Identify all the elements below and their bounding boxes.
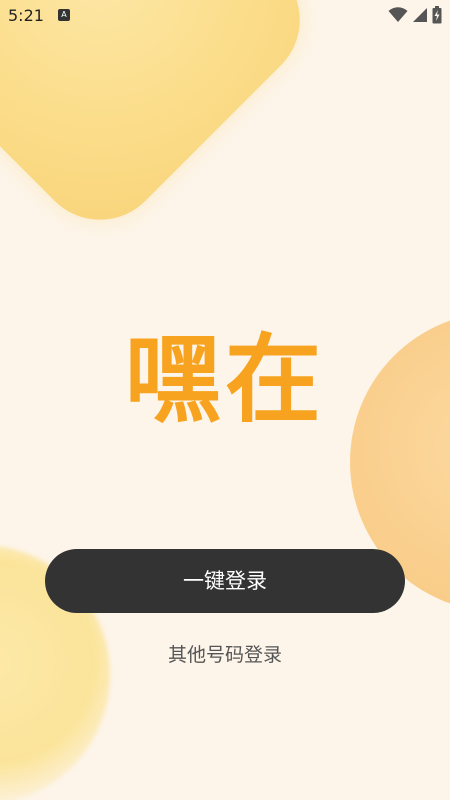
- status-time: 5:21: [8, 6, 44, 25]
- decorative-rounded-square: [0, 0, 327, 247]
- cellular-signal-icon: [412, 7, 428, 23]
- other-number-login-link[interactable]: 其他号码登录: [0, 640, 450, 667]
- battery-charging-icon: [432, 6, 442, 24]
- one-click-login-button[interactable]: 一键登录: [45, 549, 405, 613]
- notification-a-icon: A: [58, 9, 70, 21]
- app-logo: 嘿在: [125, 324, 325, 436]
- other-number-login-label[interactable]: 其他号码登录: [162, 640, 288, 670]
- status-bar: 5:21 A: [0, 0, 450, 30]
- login-screen: 5:21 A 嘿在 一键登录 其他号码登录: [0, 0, 450, 800]
- wifi-icon: [388, 7, 408, 23]
- status-icons: [388, 6, 442, 24]
